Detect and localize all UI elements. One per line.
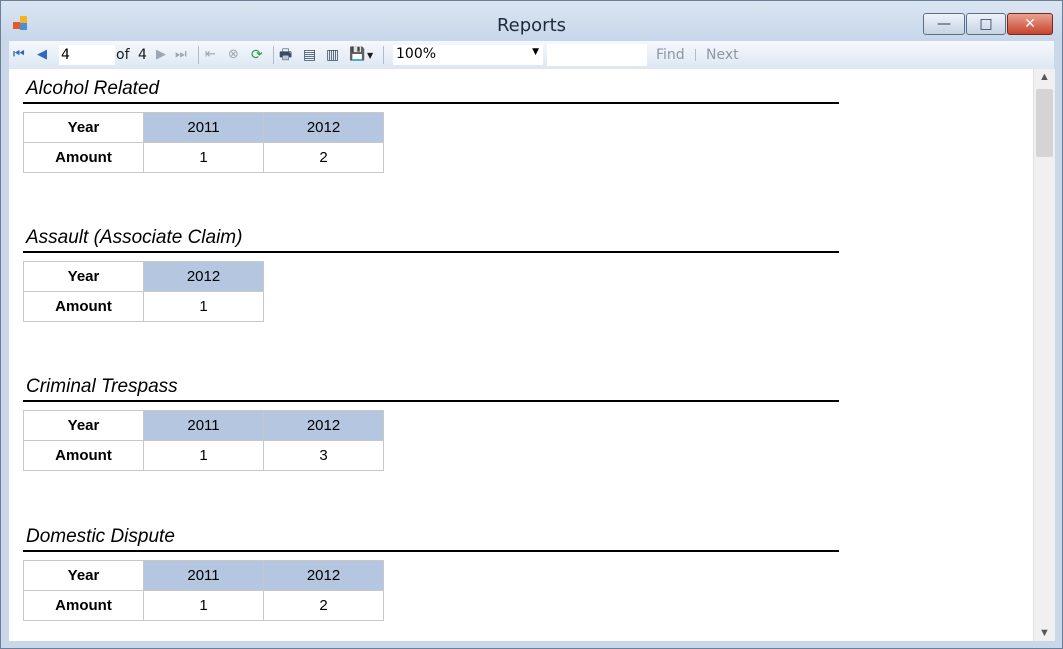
find-next-button[interactable]: Next xyxy=(706,46,739,64)
year-label: Year xyxy=(23,261,144,292)
window-title: Reports xyxy=(496,15,567,36)
toolbar-separator xyxy=(198,46,199,64)
toolbar-separator xyxy=(383,46,384,64)
year-cell: 2012 xyxy=(143,261,264,292)
section-divider xyxy=(23,400,839,402)
stop-icon[interactable]: ⊗ xyxy=(228,46,239,64)
next-page-icon[interactable]: ▶ xyxy=(156,46,166,64)
year-row: Year 2011 2012 xyxy=(23,112,384,143)
year-row: Year 2011 2012 xyxy=(23,560,384,591)
export-icon[interactable]: 💾 xyxy=(349,46,365,64)
minimize-button[interactable]: — xyxy=(923,13,965,35)
first-page-icon[interactable]: ⏮ xyxy=(13,46,25,64)
amount-label: Amount xyxy=(23,291,144,322)
amount-label: Amount xyxy=(23,590,144,621)
find-button[interactable]: Find xyxy=(656,46,685,64)
close-button[interactable]: ✕ xyxy=(1007,13,1053,35)
amount-table: Year 2012 Amount 1 xyxy=(23,261,264,322)
amount-row: Amount 1 2 xyxy=(23,142,384,173)
report-section: Assault (Associate Claim) Year 2012 Amou… xyxy=(23,226,839,322)
amount-row: Amount 1 3 xyxy=(23,440,384,471)
amount-row: Amount 1 xyxy=(23,291,264,322)
year-label: Year xyxy=(23,560,144,591)
report-section: Alcohol Related Year 2011 2012 Amount 1 … xyxy=(23,77,839,173)
current-page-input[interactable] xyxy=(59,45,115,65)
year-cell: 2011 xyxy=(143,410,264,441)
scroll-thumb[interactable] xyxy=(1036,89,1053,157)
report-section: Criminal Trespass Year 2011 2012 Amount … xyxy=(23,375,839,471)
export-dropdown-icon[interactable]: ▼ xyxy=(367,47,373,65)
toolbar-separator xyxy=(273,46,274,64)
total-pages: 4 xyxy=(138,47,147,63)
year-label: Year xyxy=(23,410,144,441)
year-label: Year xyxy=(23,112,144,143)
chevron-down-icon: ▼ xyxy=(532,47,539,57)
toolbar-separator xyxy=(695,49,696,61)
last-page-icon[interactable]: ⏭ xyxy=(175,46,187,64)
scroll-up-icon[interactable]: ▲ xyxy=(1034,71,1055,83)
report-toolbar: ⏮ ◀ of 4 ▶ ⏭ ⇤ ⊗ ⟳ 🖶 ▤ ▥ 💾 ▼ 100% ▼ Find… xyxy=(9,41,1054,70)
reports-window: Reports — □ ✕ ⏮ ◀ of 4 ▶ ⏭ ⇤ ⊗ ⟳ 🖶 ▤ ▥ 💾… xyxy=(0,0,1063,649)
year-row: Year 2011 2012 xyxy=(23,410,384,441)
amount-cell: 1 xyxy=(143,291,264,322)
section-divider xyxy=(23,550,839,552)
refresh-icon[interactable]: ⟳ xyxy=(251,46,263,64)
year-cell: 2012 xyxy=(263,112,384,143)
amount-table: Year 2011 2012 Amount 1 2 xyxy=(23,112,384,173)
year-cell: 2011 xyxy=(143,560,264,591)
zoom-select[interactable]: 100% ▼ xyxy=(393,45,543,65)
amount-cell: 2 xyxy=(263,142,384,173)
year-cell: 2011 xyxy=(143,112,264,143)
report-content: Alcohol Related Year 2011 2012 Amount 1 … xyxy=(9,69,1033,641)
amount-cell: 3 xyxy=(263,440,384,471)
year-cell: 2012 xyxy=(263,560,384,591)
section-title: Criminal Trespass xyxy=(26,376,178,397)
amount-label: Amount xyxy=(23,142,144,173)
maximize-button[interactable]: □ xyxy=(966,13,1006,35)
previous-page-icon[interactable]: ◀ xyxy=(37,46,47,64)
section-title: Domestic Dispute xyxy=(26,526,175,547)
maximize-icon: □ xyxy=(979,16,993,32)
title-bar[interactable]: Reports — □ ✕ xyxy=(1,1,1062,40)
amount-cell: 1 xyxy=(143,590,264,621)
zoom-value: 100% xyxy=(396,46,437,62)
back-icon[interactable]: ⇤ xyxy=(205,46,216,64)
amount-cell: 1 xyxy=(143,440,264,471)
section-title: Assault (Associate Claim) xyxy=(26,227,243,248)
amount-cell: 1 xyxy=(143,142,264,173)
vertical-scrollbar[interactable]: ▲ ▼ xyxy=(1033,69,1055,641)
section-divider xyxy=(23,251,839,253)
section-title: Alcohol Related xyxy=(26,78,160,99)
close-icon: ✕ xyxy=(1024,16,1036,32)
page-setup-icon[interactable]: ▥ xyxy=(326,46,339,64)
find-input[interactable] xyxy=(547,44,647,66)
print-layout-icon[interactable]: ▤ xyxy=(303,46,316,64)
amount-table: Year 2011 2012 Amount 1 3 xyxy=(23,410,384,471)
of-label: of xyxy=(116,47,130,63)
amount-table: Year 2011 2012 Amount 1 2 xyxy=(23,560,384,621)
scroll-down-icon[interactable]: ▼ xyxy=(1034,627,1055,639)
amount-row: Amount 1 2 xyxy=(23,590,384,621)
section-divider xyxy=(23,102,839,104)
minimize-icon: — xyxy=(937,16,951,32)
amount-cell: 2 xyxy=(263,590,384,621)
print-icon[interactable]: 🖶 xyxy=(279,46,292,64)
amount-label: Amount xyxy=(23,440,144,471)
year-cell: 2012 xyxy=(263,410,384,441)
report-section: Domestic Dispute Year 2011 2012 Amount 1… xyxy=(23,525,839,621)
year-row: Year 2012 xyxy=(23,261,264,292)
